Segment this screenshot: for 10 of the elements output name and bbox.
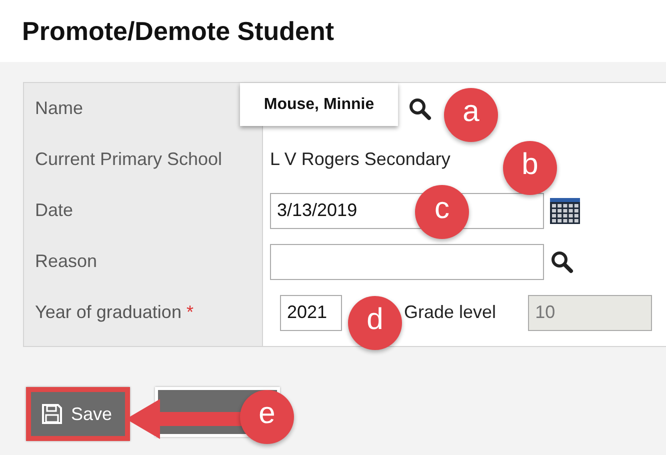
field-label: Current Primary School xyxy=(35,149,222,170)
field-label: Year of graduation * xyxy=(35,302,194,323)
grade-level-label: Grade level xyxy=(404,302,496,323)
page-title: Promote/Demote Student xyxy=(22,16,334,46)
field-label: Reason xyxy=(35,251,98,272)
field-label: Name xyxy=(35,98,84,119)
name-value-popup: Mouse, Minnie xyxy=(240,83,398,126)
field-label: Date xyxy=(35,200,74,221)
callout-marker: e xyxy=(240,390,294,444)
school-value: L V Rogers Secondary xyxy=(270,149,450,170)
